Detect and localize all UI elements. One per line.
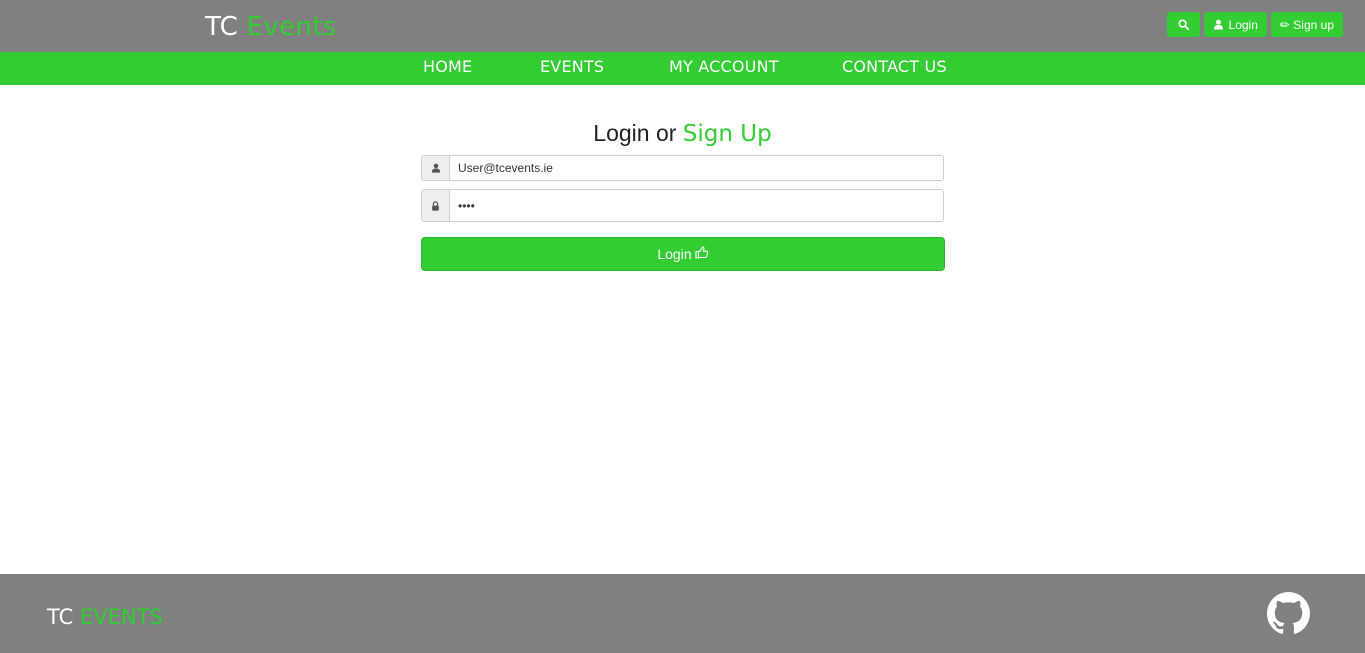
- nav-item-home[interactable]: HOME: [423, 57, 472, 76]
- login-heading: Login or Sign Up: [0, 120, 1365, 147]
- email-field[interactable]: [450, 156, 943, 180]
- user-icon: [1213, 19, 1224, 30]
- search-button[interactable]: [1166, 12, 1200, 37]
- sign-up-link[interactable]: Sign Up: [683, 121, 772, 147]
- brand-prefix: TC: [205, 12, 239, 42]
- header-actions: Login ✏ Sign up: [1166, 12, 1343, 37]
- search-icon: [1177, 19, 1189, 30]
- nav-item-contact-us[interactable]: CONTACT US: [842, 57, 947, 76]
- login-heading-prefix: Login or: [593, 120, 677, 146]
- top-header: TC Events Login ✏ Sign up: [0, 0, 1365, 52]
- password-field[interactable]: [450, 190, 943, 221]
- header-signup-button[interactable]: ✏ Sign up: [1270, 12, 1343, 37]
- header-login-label: Login: [1228, 17, 1258, 32]
- header-signup-label: ✏ Sign up: [1279, 17, 1334, 32]
- login-submit-button[interactable]: Login: [421, 237, 945, 271]
- email-input-group: [421, 155, 944, 181]
- main-navigation: HOME EVENTS MY ACCOUNT CONTACT US: [0, 52, 1365, 85]
- thumbs-up-icon: [692, 246, 709, 262]
- page-footer: TC EVENTS: [0, 574, 1365, 653]
- footer-brand-accent: EVENTS: [79, 605, 163, 629]
- lock-icon: [422, 190, 450, 221]
- header-login-button[interactable]: Login: [1203, 12, 1267, 37]
- nav-item-my-account[interactable]: MY ACCOUNT: [669, 57, 779, 76]
- footer-brand: TC EVENTS: [47, 605, 163, 629]
- nav-item-events[interactable]: EVENTS: [540, 57, 604, 76]
- login-submit-label: Login: [657, 246, 692, 262]
- user-icon: [422, 156, 450, 180]
- brand-accent: Events: [246, 12, 337, 42]
- password-input-group: [421, 189, 944, 222]
- brand-logo[interactable]: TC Events: [205, 12, 337, 42]
- footer-brand-prefix: TC: [47, 605, 74, 629]
- github-icon[interactable]: [1267, 592, 1310, 635]
